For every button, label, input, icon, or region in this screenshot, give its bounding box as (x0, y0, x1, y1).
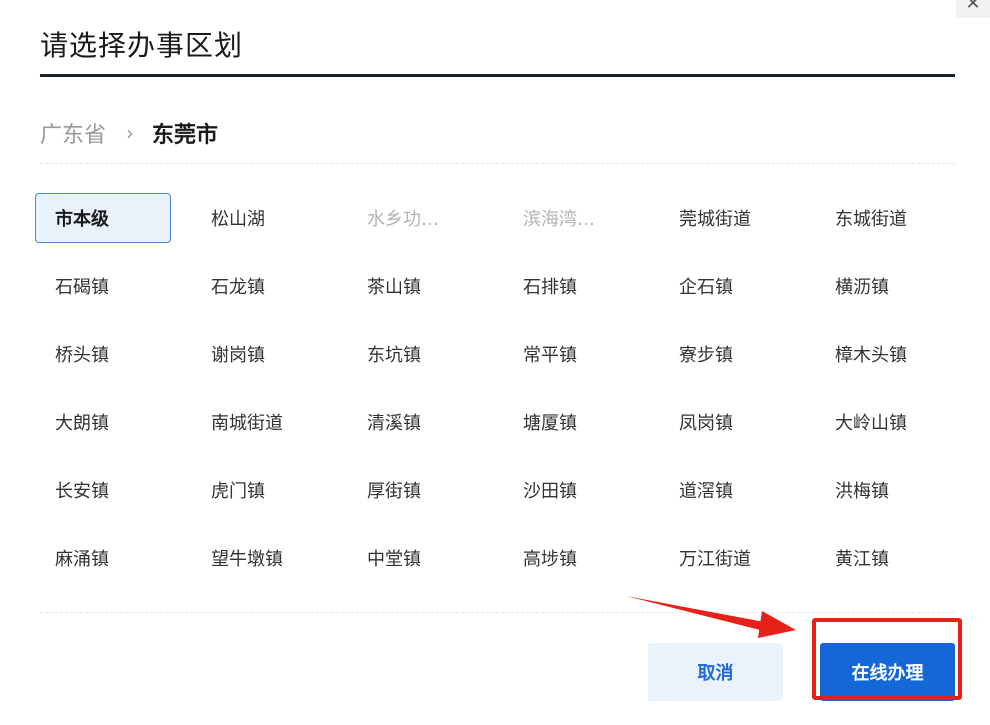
district-item[interactable]: 谢岗镇 (191, 329, 327, 379)
cancel-button[interactable]: 取消 (648, 643, 783, 701)
district-item[interactable]: 东坑镇 (347, 329, 483, 379)
district-item[interactable]: 常平镇 (503, 329, 639, 379)
district-item[interactable]: 凤岗镇 (659, 397, 795, 447)
district-item[interactable]: 沙田镇 (503, 465, 639, 515)
district-cell: 东城街道 (815, 191, 971, 259)
district-item[interactable]: 松山湖 (191, 193, 327, 243)
district-cell: 滨海湾… (503, 191, 659, 259)
district-cell: 麻涌镇 (35, 531, 191, 599)
district-item[interactable]: 虎门镇 (191, 465, 327, 515)
district-grid: 市本级 松山湖 水乡功… 滨海湾… 莞城街道 东城街道石碣镇 石龙镇 茶山镇 石排镇 企石镇 横沥镇… (35, 191, 965, 599)
footer-divider (40, 612, 955, 613)
district-item[interactable]: 中堂镇 (347, 533, 483, 583)
district-item[interactable]: 清溪镇 (347, 397, 483, 447)
district-item[interactable]: 望牛墩镇 (191, 533, 327, 583)
district-cell: 黄江镇 (815, 531, 971, 599)
district-item: 滨海湾… (523, 209, 595, 230)
district-item[interactable]: 南城街道 (191, 397, 327, 447)
district-item[interactable]: 横沥镇 (815, 261, 951, 311)
district-cell: 桥头镇 (35, 327, 191, 395)
district-item[interactable]: 黄江镇 (815, 533, 951, 583)
district-cell: 市本级 (35, 191, 191, 259)
district-item[interactable]: 樟木头镇 (815, 329, 951, 379)
district-cell: 凤岗镇 (659, 395, 815, 463)
district-cell: 寮步镇 (659, 327, 815, 395)
district-item[interactable]: 大朗镇 (35, 397, 171, 447)
district-item[interactable]: 洪梅镇 (815, 465, 951, 515)
district-item[interactable]: 万江街道 (659, 533, 795, 583)
district-cell: 南城街道 (191, 395, 347, 463)
district-cell: 高埗镇 (503, 531, 659, 599)
annotation-highlight-box (812, 618, 962, 700)
district-item[interactable]: 道滘镇 (659, 465, 795, 515)
district-cell: 虎门镇 (191, 463, 347, 531)
district-item[interactable]: 茶山镇 (347, 261, 483, 311)
district-cell: 石龙镇 (191, 259, 347, 327)
district-item[interactable]: 桥头镇 (35, 329, 171, 379)
district-item[interactable]: 寮步镇 (659, 329, 795, 379)
district-cell: 石排镇 (503, 259, 659, 327)
district-cell: 松山湖 (191, 191, 347, 259)
district-item[interactable]: 高埗镇 (503, 533, 639, 583)
breadcrumb-city: 东莞市 (152, 123, 219, 148)
breadcrumb-province[interactable]: 广东省 (40, 117, 106, 149)
region-select-dialog: ✕ 请选择办事区划 广东省 › 东莞市 市本级 松山湖 水乡功… 滨海湾… 莞城街道 东城… (0, 0, 990, 725)
district-item[interactable]: 大岭山镇 (815, 397, 951, 447)
breadcrumb-divider (40, 163, 955, 164)
district-cell: 长安镇 (35, 463, 191, 531)
district-cell: 塘厦镇 (503, 395, 659, 463)
district-cell: 莞城街道 (659, 191, 815, 259)
district-item[interactable]: 企石镇 (659, 261, 795, 311)
district-item[interactable]: 石龙镇 (191, 261, 327, 311)
district-cell: 万江街道 (659, 531, 815, 599)
close-icon[interactable]: ✕ (956, 0, 990, 18)
district-cell: 石碣镇 (35, 259, 191, 327)
district-item[interactable]: 市本级 (35, 193, 171, 243)
district-cell: 中堂镇 (347, 531, 503, 599)
district-cell: 樟木头镇 (815, 327, 971, 395)
breadcrumb: 广东省 › 东莞市 (40, 116, 218, 150)
district-item[interactable]: 莞城街道 (659, 193, 795, 243)
district-cell: 厚街镇 (347, 463, 503, 531)
title-divider (40, 74, 955, 77)
district-item[interactable]: 石排镇 (503, 261, 639, 311)
district-item[interactable]: 厚街镇 (347, 465, 483, 515)
dialog-title: 请选择办事区划 (40, 29, 244, 62)
district-cell: 清溪镇 (347, 395, 503, 463)
district-cell: 大岭山镇 (815, 395, 971, 463)
district-item[interactable]: 麻涌镇 (35, 533, 171, 583)
district-cell: 横沥镇 (815, 259, 971, 327)
district-cell: 谢岗镇 (191, 327, 347, 395)
district-cell: 沙田镇 (503, 463, 659, 531)
district-cell: 常平镇 (503, 327, 659, 395)
district-item[interactable]: 东城街道 (815, 193, 951, 243)
district-item[interactable]: 长安镇 (35, 465, 171, 515)
district-item: 水乡功… (367, 209, 439, 230)
district-cell: 望牛墩镇 (191, 531, 347, 599)
district-cell: 茶山镇 (347, 259, 503, 327)
district-cell: 大朗镇 (35, 395, 191, 463)
district-item[interactable]: 石碣镇 (35, 261, 171, 311)
district-item[interactable]: 塘厦镇 (503, 397, 639, 447)
district-cell: 水乡功… (347, 191, 503, 259)
district-cell: 企石镇 (659, 259, 815, 327)
district-cell: 洪梅镇 (815, 463, 971, 531)
district-cell: 东坑镇 (347, 327, 503, 395)
district-cell: 道滘镇 (659, 463, 815, 531)
chevron-right-icon: › (126, 121, 135, 145)
